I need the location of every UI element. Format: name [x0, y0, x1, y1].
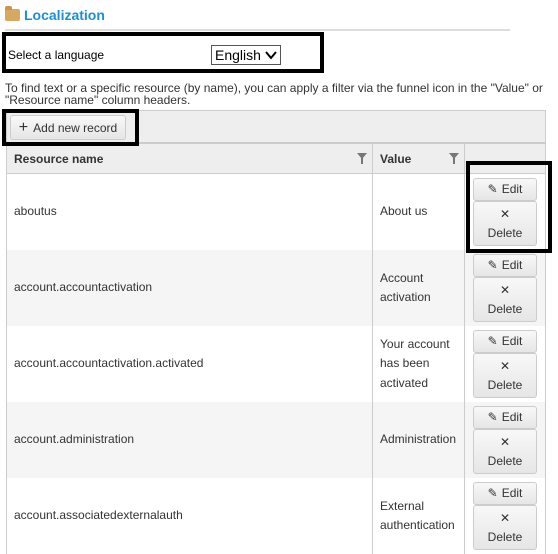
pencil-icon: ✎: [487, 485, 498, 500]
delete-label: Delete: [487, 530, 523, 544]
filter-funnel-icon[interactable]: [357, 153, 367, 164]
edit-label: Edit: [501, 257, 523, 272]
column-header-actions: [464, 143, 546, 174]
edit-label: Edit: [501, 333, 523, 348]
plus-icon: +: [18, 118, 29, 136]
close-icon: ✕: [499, 359, 511, 373]
edit-button[interactable]: ✎ Edit: [473, 178, 537, 201]
delete-label: Delete: [487, 454, 523, 468]
delete-label: Delete: [487, 378, 523, 392]
value-cell: Account activation: [372, 250, 465, 326]
delete-label: Delete: [487, 226, 523, 240]
add-new-record-button[interactable]: + Add new record: [10, 115, 126, 140]
edit-button[interactable]: ✎ Edit: [473, 254, 537, 277]
pencil-icon: ✎: [487, 333, 498, 348]
actions-cell: ✎ Edit ✕ Delete: [464, 326, 546, 402]
page-title: Localization: [5, 6, 105, 23]
help-text: To find text or a specific resource (by …: [5, 81, 543, 107]
table-row: account.administration Administration ✎ E…: [6, 402, 546, 478]
resource-name-cell: aboutus: [6, 173, 373, 250]
actions-cell: ✎ Edit ✕ Delete: [464, 173, 546, 250]
delete-label: Delete: [487, 302, 523, 316]
delete-button[interactable]: ✕ Delete: [473, 201, 537, 246]
edit-label: Edit: [501, 409, 523, 424]
resources-table: Resource name Value aboutus About us ✎ Ed…: [6, 143, 546, 554]
value-cell: Administration: [372, 402, 465, 478]
pencil-icon: ✎: [487, 409, 498, 424]
edit-button[interactable]: ✎ Edit: [473, 330, 537, 353]
table-row: account.associatedexternalauth External …: [6, 478, 546, 554]
chevron-down-icon: [265, 50, 277, 60]
language-value: English: [215, 47, 261, 63]
pencil-icon: ✎: [487, 257, 498, 272]
edit-label: Edit: [501, 485, 523, 500]
edit-button[interactable]: ✎ Edit: [473, 482, 537, 505]
header-label: Value: [380, 151, 412, 166]
divider: [5, 29, 510, 31]
resource-name-cell: account.accountactivation: [6, 250, 373, 326]
value-cell: Your account has been activated: [372, 326, 465, 402]
delete-button[interactable]: ✕ Delete: [473, 505, 537, 550]
column-header-resource-name[interactable]: Resource name: [6, 143, 373, 174]
close-icon: ✕: [499, 283, 511, 297]
table-row: aboutus About us ✎ Edit ✕ Delete: [6, 173, 546, 250]
value-cell: About us: [372, 173, 465, 250]
edit-button[interactable]: ✎ Edit: [473, 406, 537, 429]
resource-name-cell: account.accountactivation.activated: [6, 326, 373, 402]
resource-name-cell: account.associatedexternalauth: [6, 478, 373, 554]
actions-cell: ✎ Edit ✕ Delete: [464, 478, 546, 554]
close-icon: ✕: [499, 207, 511, 221]
table-row: account.accountactivation.activated Your…: [6, 326, 546, 402]
resource-name-cell: account.administration: [6, 402, 373, 478]
pencil-icon: ✎: [487, 181, 498, 196]
delete-button[interactable]: ✕ Delete: [473, 353, 537, 398]
delete-button[interactable]: ✕ Delete: [473, 429, 537, 474]
edit-label: Edit: [501, 181, 523, 196]
add-label: Add new record: [33, 120, 118, 135]
close-icon: ✕: [499, 435, 511, 449]
language-label: Select a language: [8, 48, 105, 62]
title-text: Localization: [24, 7, 105, 23]
header-label: Resource name: [14, 151, 104, 166]
folder-icon: [5, 6, 20, 21]
value-cell: External authentication: [372, 478, 465, 554]
close-icon: ✕: [499, 511, 511, 525]
table-row: account.accountactivation Account activa…: [6, 250, 546, 326]
delete-button[interactable]: ✕ Delete: [473, 277, 537, 322]
column-header-value[interactable]: Value: [372, 143, 465, 174]
language-select[interactable]: English: [211, 45, 281, 65]
actions-cell: ✎ Edit ✕ Delete: [464, 250, 546, 326]
filter-funnel-icon[interactable]: [449, 153, 459, 164]
actions-cell: ✎ Edit ✕ Delete: [464, 402, 546, 478]
